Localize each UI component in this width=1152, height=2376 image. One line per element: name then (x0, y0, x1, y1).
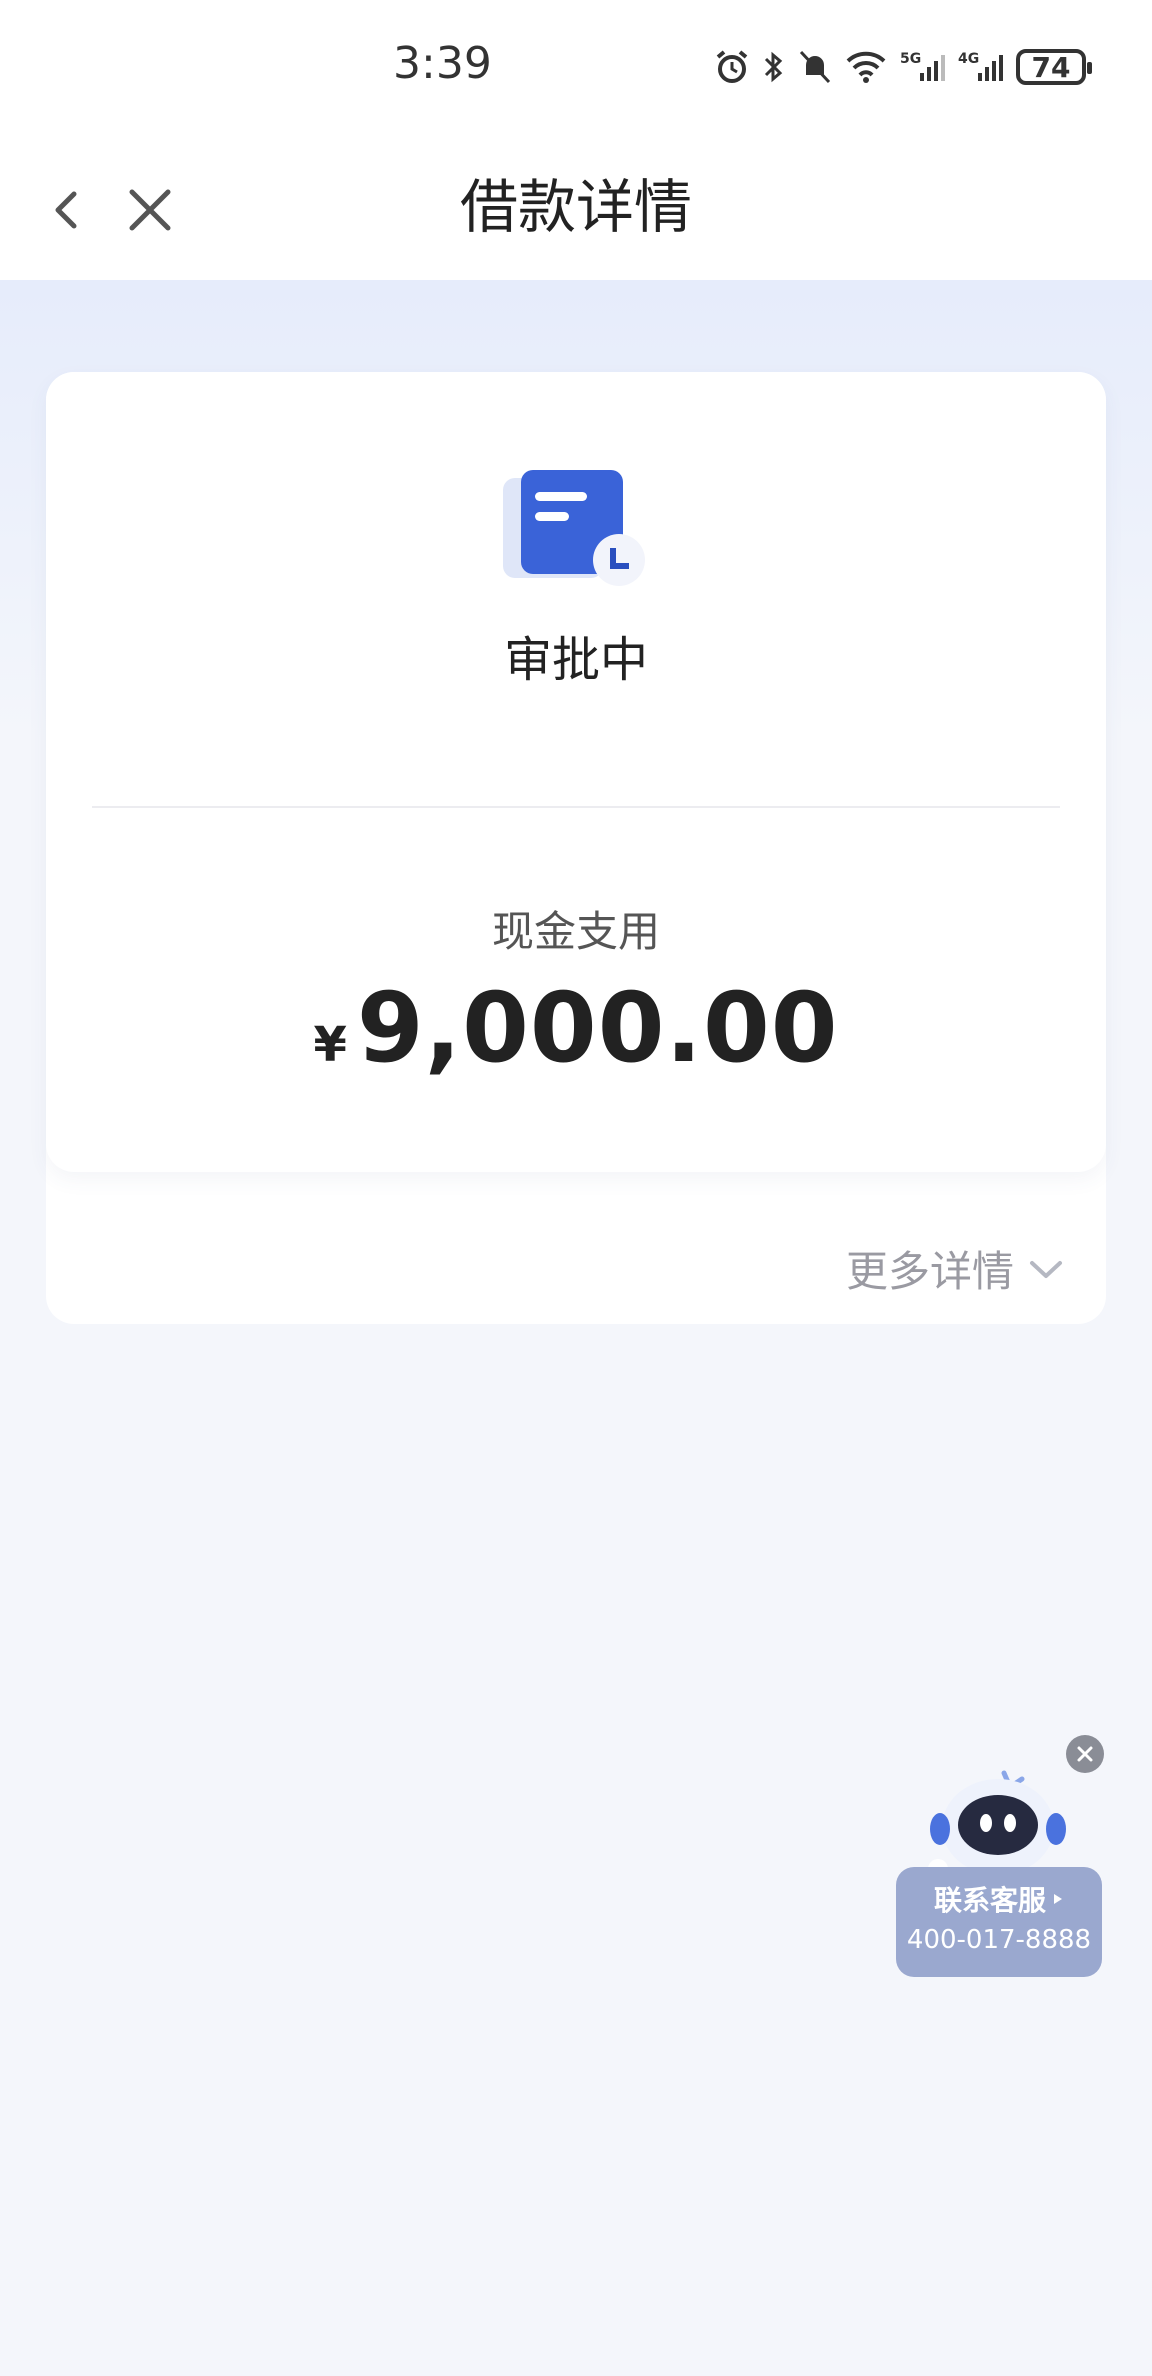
contact-service-label: 联系客服 (933, 1884, 1046, 1917)
bluetooth-icon (764, 51, 783, 83)
more-details-toggle[interactable]: 更多详情 (846, 1238, 1064, 1299)
svg-text:5G: 5G (900, 51, 921, 67)
amount-label: 现金支用 (491, 907, 660, 956)
divider (92, 806, 1060, 808)
currency-symbol: ¥ (313, 1017, 347, 1073)
close-icon (1077, 1746, 1093, 1762)
contact-service-panel[interactable]: 联系客服 400-017-8888 (896, 1867, 1102, 1977)
svg-text:4G: 4G (958, 51, 979, 67)
approval-status: 审批中 (503, 632, 648, 688)
close-widget-button[interactable] (1066, 1735, 1104, 1773)
wifi-icon (846, 51, 886, 83)
chevron-down-icon (1030, 1260, 1062, 1278)
status-time: 3:39 (393, 38, 492, 89)
loan-summary: 审批中 现金支用 ¥9,000.00 (46, 372, 1106, 1172)
mute-bell-icon (799, 50, 831, 84)
alarm-icon (716, 50, 748, 83)
customer-service-widget[interactable]: 联系客服 400-017-8888 (896, 1735, 1106, 1980)
status-bar: 3:39 5G 4G 74 (0, 0, 1152, 130)
service-phone-number: 400-017-8888 (906, 1925, 1092, 1955)
signal-5g-icon: 5G (900, 51, 945, 81)
signal-4g-icon: 4G (958, 51, 1003, 81)
approval-document-icon (501, 468, 651, 598)
loan-detail-card: 审批中 现金支用 ¥9,000.00 更多详情 (46, 372, 1106, 1324)
more-details-label: 更多详情 (845, 1247, 1014, 1296)
loan-amount: 9,000.00 (356, 972, 839, 1084)
status-icons: 5G 4G 74 (714, 44, 1092, 90)
nav-bar: 借款详情 (0, 130, 1152, 280)
battery-indicator: 74 (1016, 49, 1092, 85)
page-title: 借款详情 (459, 173, 692, 241)
contact-service-title: 联系客服 (896, 1879, 1102, 1919)
amount-row: ¥9,000.00 (46, 972, 1106, 1084)
triangle-right-icon (1054, 1894, 1062, 1904)
